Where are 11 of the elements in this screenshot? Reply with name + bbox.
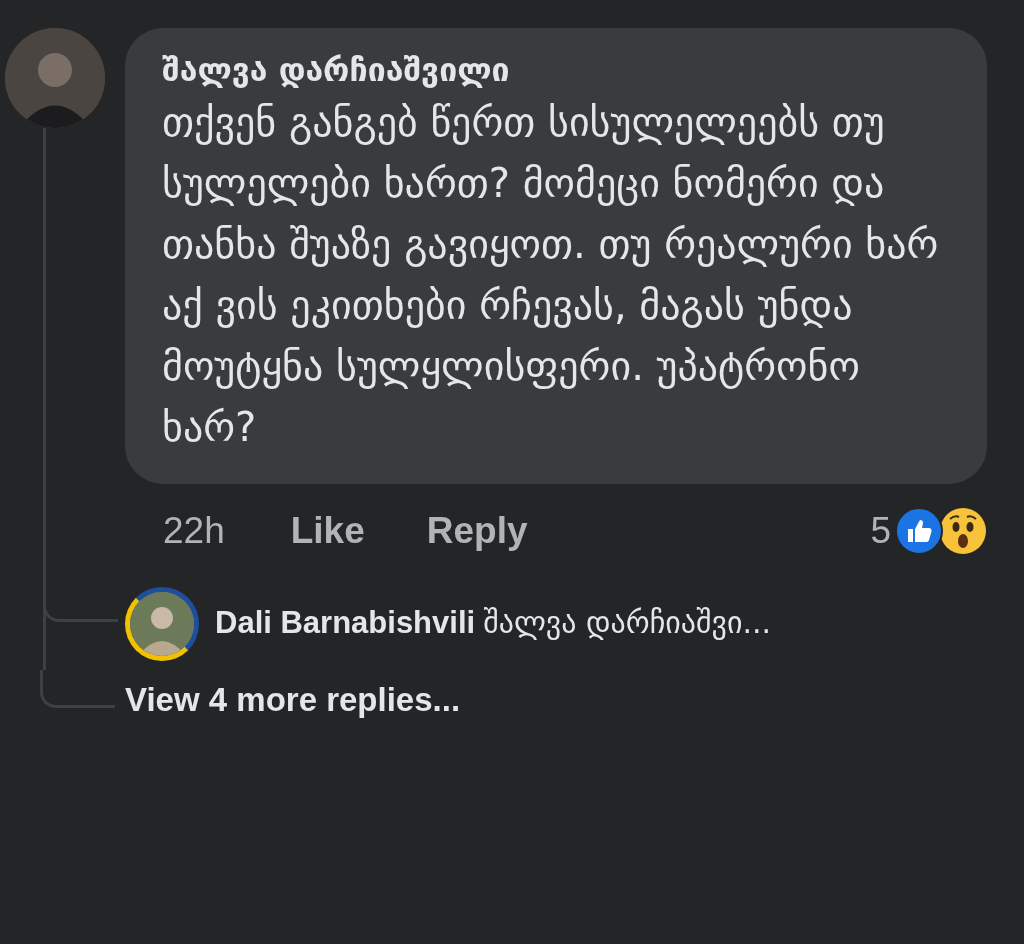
comment-text: თქვენ განგებ წერთ სისულელეებს თუ სულელები ხართ? მომეცი ნომერი და თანხა შუაზე გავიყოთ. თუ რეალური ხარ აქ ვის ეკითხები რჩევას, მაგას უნდა მოუტყნა სულყლისფერი. უპატრონო ხარ? bbox=[162, 97, 940, 452]
commenter-name[interactable]: შალვა დარჩიაშვილი bbox=[162, 50, 957, 92]
comment-time: 22h bbox=[163, 508, 225, 553]
reply-preview-text: შალვა დარჩიაშვი... bbox=[483, 604, 772, 643]
action-link[interactable]: Reply bbox=[426, 502, 528, 559]
reaction-count[interactable]: 5 bbox=[870, 502, 891, 559]
replier-name[interactable]: Dali Barnabishvili bbox=[215, 600, 476, 647]
view-more-replies-link[interactable]: View 4 more replies... bbox=[125, 674, 461, 725]
action-link[interactable]: Like bbox=[290, 502, 365, 559]
surprised-face-icon[interactable] bbox=[939, 506, 987, 555]
thumbs-up-reaction-icon[interactable] bbox=[895, 506, 943, 555]
